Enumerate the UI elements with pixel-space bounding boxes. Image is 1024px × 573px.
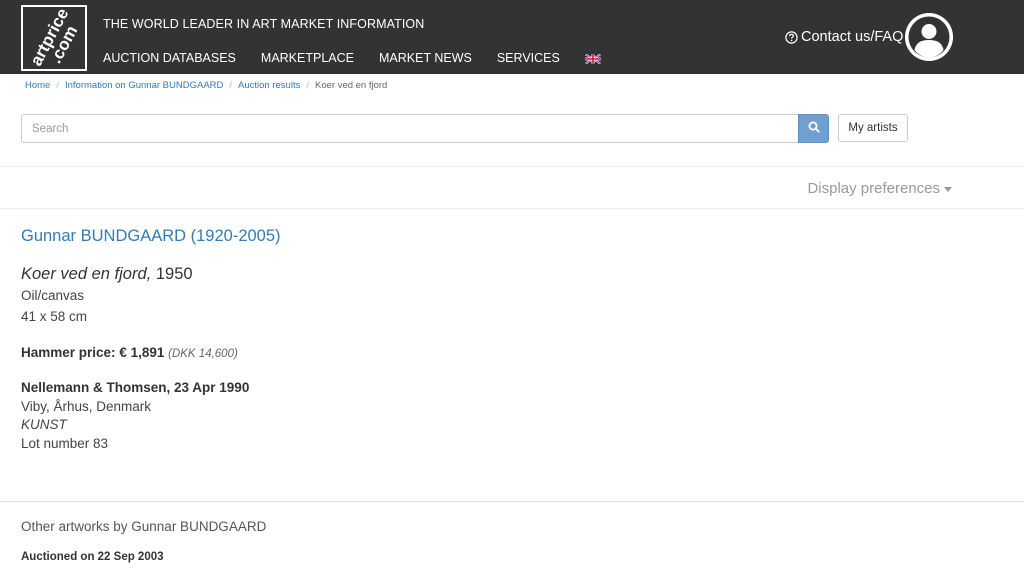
breadcrumb-separator: / — [56, 80, 59, 91]
breadcrumb-separator: / — [306, 80, 309, 91]
user-avatar-icon[interactable] — [905, 13, 953, 61]
auction-location: Viby, Århus, Denmark — [21, 399, 152, 414]
site-tagline: THE WORLD LEADER IN ART MARKET INFORMATI… — [103, 17, 425, 31]
hammer-price-label: Hammer price: — [21, 345, 116, 360]
breadcrumb-separator: / — [229, 80, 233, 91]
breadcrumb-home[interactable]: Home — [25, 80, 50, 91]
nav-marketplace[interactable]: MARKETPLACE — [261, 51, 354, 65]
top-navigation-bar: artprice .com THE WORLD LEADER IN ART MA… — [0, 0, 1024, 74]
sale-name: KUNST — [21, 417, 67, 432]
artwork-dimensions: 41 x 58 cm — [21, 309, 88, 324]
search-bar — [21, 114, 829, 143]
contact-faq-label: Contact us/FAQ — [801, 29, 904, 45]
breadcrumb-artist-info[interactable]: Information on Gunnar BUNDGAARD — [65, 80, 223, 91]
divider — [0, 166, 1024, 167]
caret-down-icon — [944, 187, 952, 192]
question-circle-icon — [785, 30, 798, 44]
search-button[interactable] — [798, 114, 829, 143]
auctioned-date: Auctioned on 22 Sep 2003 — [21, 551, 164, 563]
logo-text: artprice .com — [26, 7, 82, 69]
artwork-title-text: Koer ved en fjord, — [21, 265, 152, 283]
artwork-year: 1950 — [155, 265, 193, 283]
divider — [0, 208, 1024, 209]
search-input[interactable] — [21, 114, 798, 143]
logo-background: artprice .com — [23, 7, 85, 69]
artwork-medium: Oil/canvas — [21, 288, 85, 303]
artwork-title: Koer ved en fjord, 1950 — [21, 265, 193, 284]
my-artists-button[interactable]: My artists — [838, 114, 908, 142]
artist-name-link[interactable]: Gunnar BUNDGAARD (1920-2005) — [21, 227, 281, 246]
hammer-price: Hammer price: € 1,891 (DKK 14,600) — [21, 345, 238, 360]
hammer-price-value: € 1,891 — [119, 345, 165, 360]
artprice-logo[interactable]: artprice .com — [21, 5, 87, 71]
nav-auction-databases[interactable]: AUCTION DATABASES — [103, 51, 236, 65]
search-icon — [808, 120, 820, 138]
main-nav: AUCTION DATABASES MARKETPLACE MARKET NEW… — [103, 51, 626, 65]
hammer-price-local: (DKK 14,600) — [168, 348, 238, 360]
breadcrumb-auction-results[interactable]: Auction results — [238, 80, 300, 91]
nav-market-news[interactable]: MARKET NEWS — [379, 51, 472, 65]
breadcrumb-current: Koer ved en fjord — [314, 80, 388, 91]
divider — [0, 501, 1024, 502]
display-preferences-dropdown[interactable]: Display preferences — [807, 180, 952, 197]
breadcrumb: Home / Information on Gunnar BUNDGAARD /… — [25, 80, 387, 91]
display-preferences-label: Display preferences — [807, 180, 940, 197]
nav-services[interactable]: SERVICES — [497, 51, 560, 65]
contact-faq-link[interactable]: Contact us/FAQ — [785, 29, 903, 45]
auction-house: Nellemann & Thomsen, 23 Apr 1990 — [21, 380, 250, 395]
lot-number: Lot number 83 — [21, 436, 109, 451]
uk-flag-icon[interactable] — [584, 53, 602, 65]
other-artworks-heading: Other artworks by Gunnar BUNDGAARD — [21, 519, 267, 534]
